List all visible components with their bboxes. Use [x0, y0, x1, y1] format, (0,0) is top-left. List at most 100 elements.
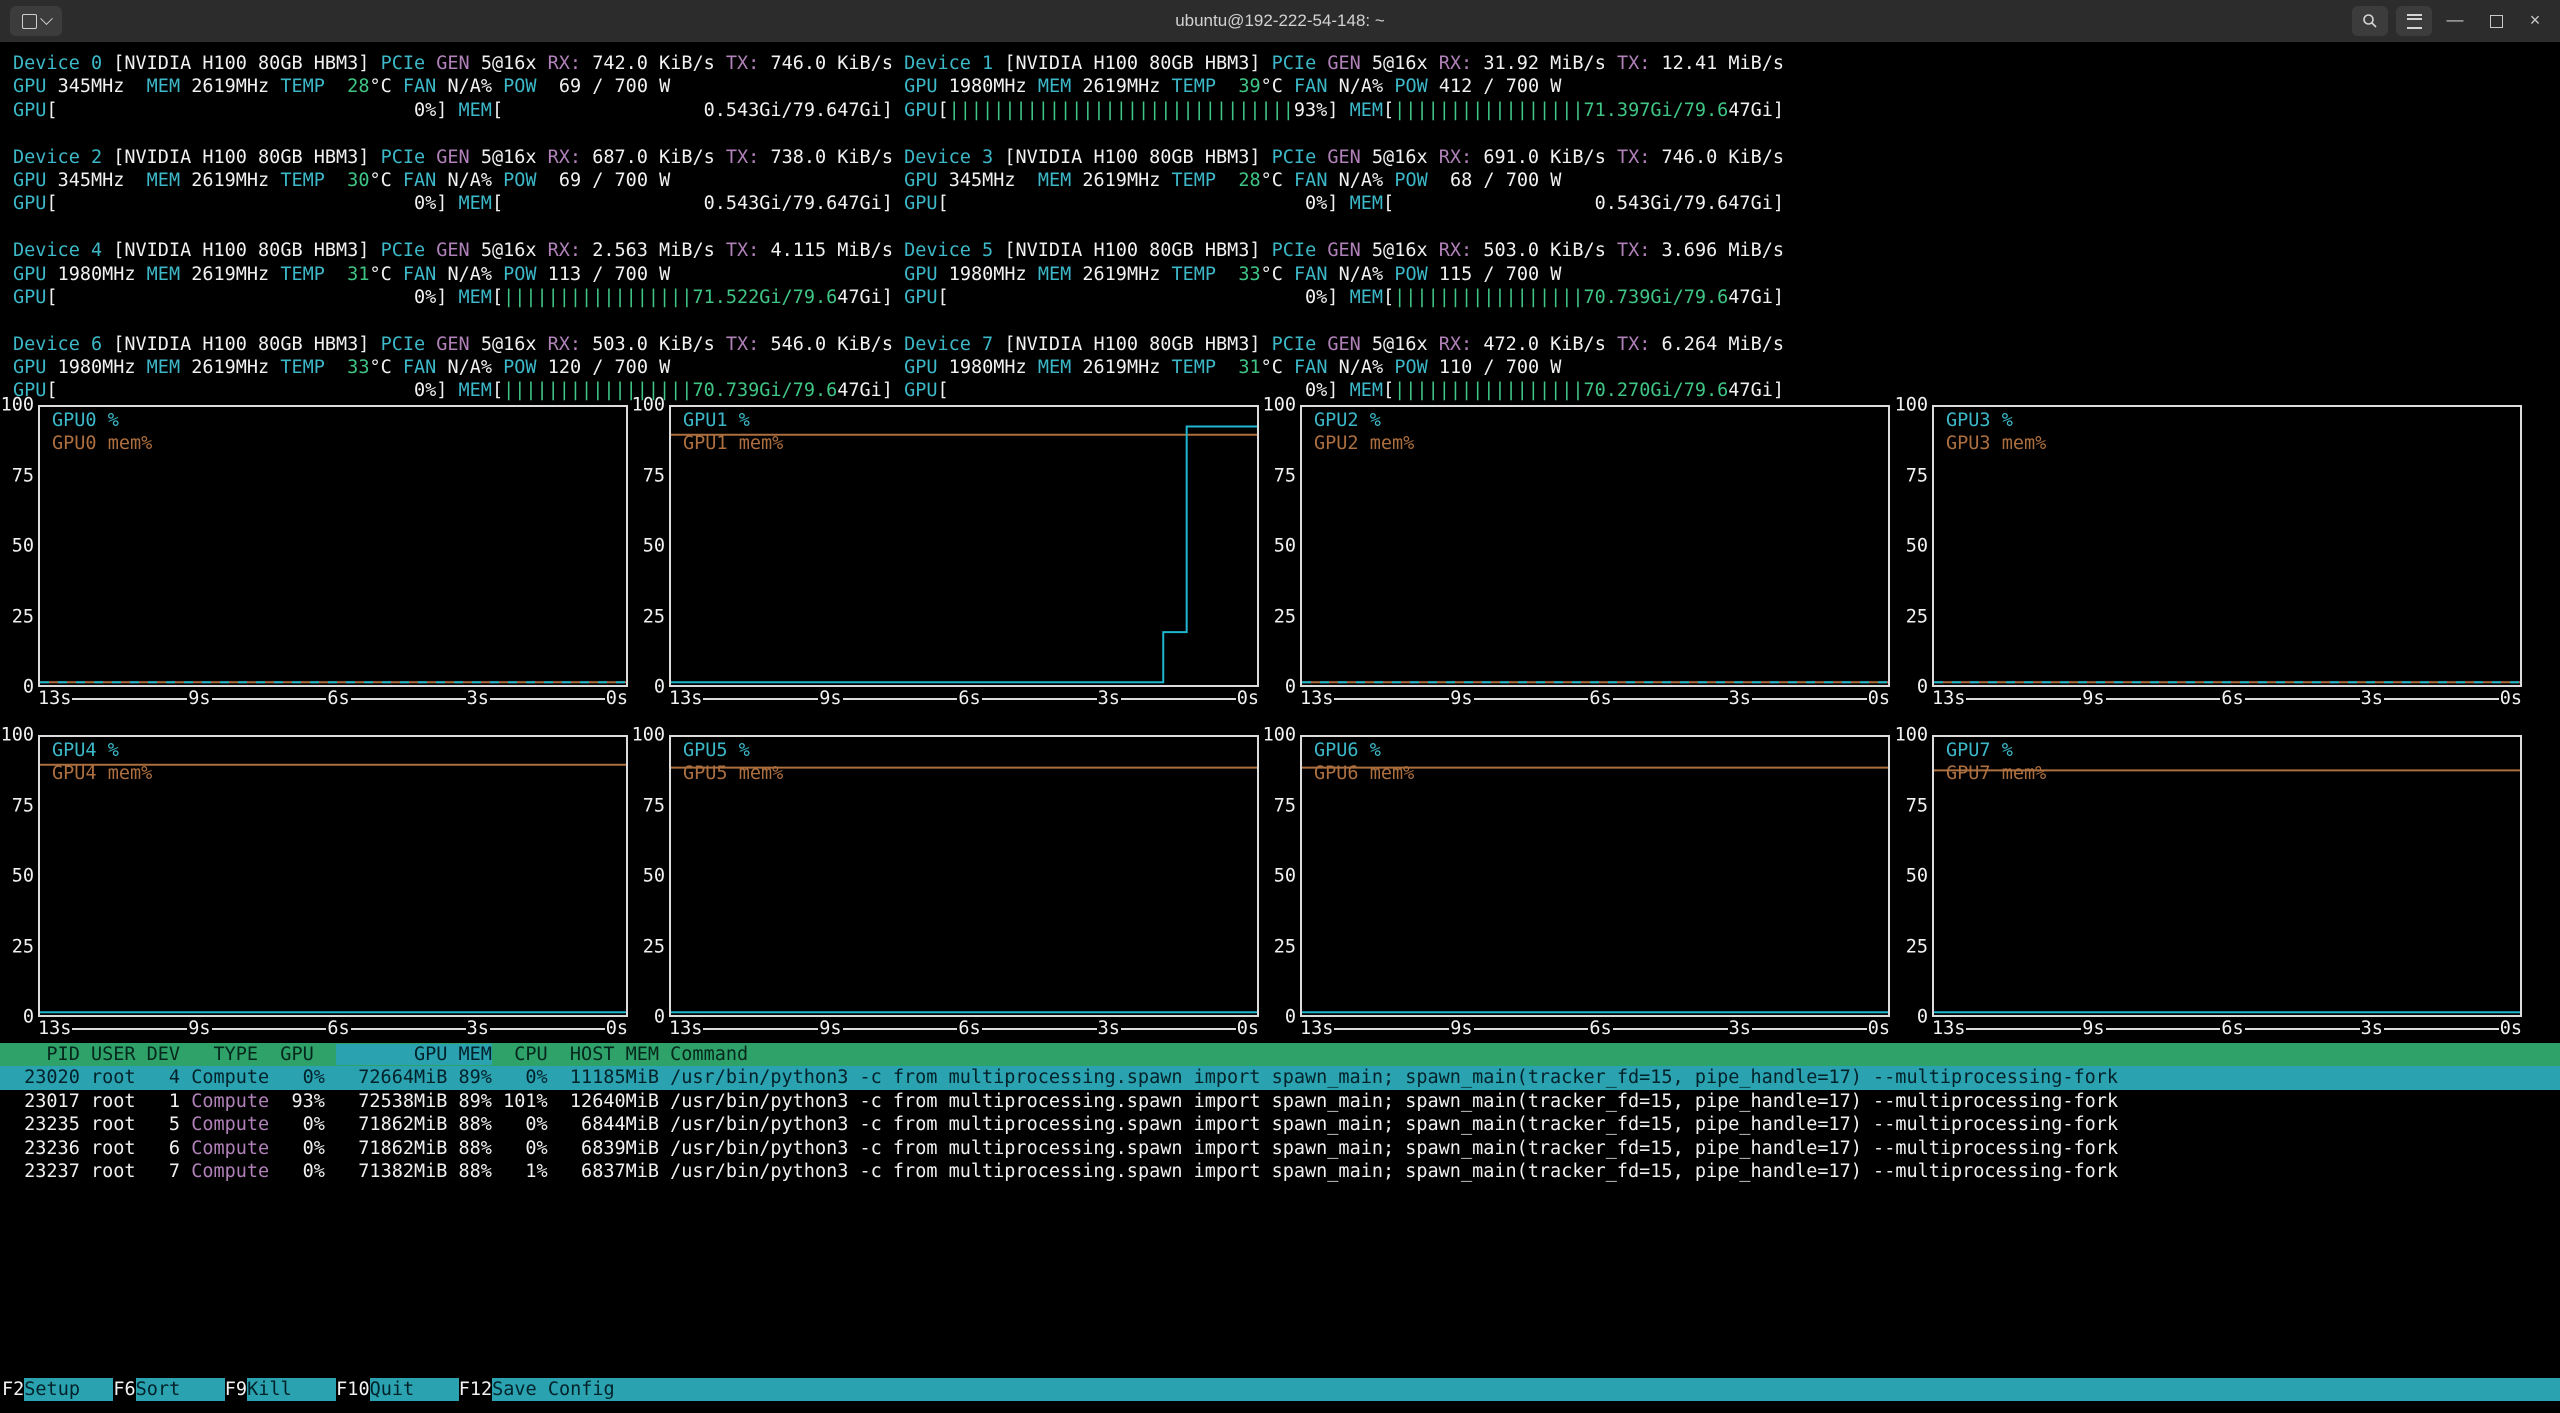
util-legend-label: GPU2 % [1314, 409, 1414, 432]
axis-line [1334, 1028, 1449, 1030]
axis-line [843, 1028, 958, 1030]
blank-line [0, 309, 1784, 332]
x-tick-label: 3s [1098, 1017, 1120, 1040]
fkey-action-f2[interactable]: Setup [24, 1378, 113, 1401]
y-tick-label: 25 [1274, 935, 1296, 958]
x-tick-label: 3s [1098, 687, 1120, 710]
y-axis-labels: 1007550250 [1264, 405, 1296, 687]
x-tick-label: 13s [1300, 1017, 1333, 1040]
axis-line [703, 698, 818, 700]
y-axis-labels: 1007550250 [1264, 735, 1296, 1017]
terminal-content: Device 0 [NVIDIA H100 80GB HBM3] PCIe GE… [0, 42, 2560, 1413]
util-legend-label: GPU5 % [683, 739, 783, 762]
fkey-action-f12[interactable]: Save Config [492, 1378, 615, 1401]
process-table-header[interactable]: PID USER DEV TYPE GPU GPU MEM CPU HOST M… [0, 1043, 2560, 1066]
y-tick-label: 100 [632, 393, 665, 416]
x-axis-labels: 13s9s6s3s0s [669, 687, 1259, 711]
blank-line [0, 216, 1784, 239]
device-stats-line: Device 4 [NVIDIA H100 80GB HBM3] PCIe GE… [0, 239, 1784, 262]
device-stats-line: GPU[ 0%] MEM[|||||||||||||||||70.739Gi/7… [0, 379, 1784, 402]
window-title: ubuntu@192-222-54-148: ~ [0, 0, 2560, 42]
fkey-f6[interactable]: F6 [113, 1378, 135, 1401]
fkey-f10[interactable]: F10 [336, 1378, 369, 1401]
x-tick-label: 6s [327, 687, 349, 710]
x-tick-label: 6s [1589, 1017, 1611, 1040]
mem-legend-label: GPU6 mem% [1314, 762, 1414, 785]
y-tick-label: 25 [643, 605, 665, 628]
x-tick-label: 3s [2361, 687, 2383, 710]
axis-line [1121, 1028, 1236, 1030]
process-row[interactable]: 23235 root 5 Compute 0% 71862MiB 88% 0% … [0, 1113, 2560, 1136]
y-axis-labels: 1007550250 [1896, 405, 1928, 687]
x-tick-label: 9s [1450, 1017, 1472, 1040]
x-tick-label: 9s [819, 1017, 841, 1040]
chart-gpu5: 1007550250GPU5 %GPU5 mem%13s9s6s3s0s [633, 735, 1259, 1043]
axis-line [2245, 698, 2360, 700]
maximize-button[interactable] [2481, 0, 2511, 42]
y-tick-label: 0 [1285, 1005, 1296, 1028]
x-tick-label: 0s [1237, 687, 1259, 710]
mem-legend-label: GPU4 mem% [52, 762, 152, 785]
fkey-action-f9[interactable]: Kill [247, 1378, 336, 1401]
x-axis-labels: 13s9s6s3s0s [38, 687, 628, 711]
fkey-f9[interactable]: F9 [225, 1378, 247, 1401]
axis-line [2106, 698, 2221, 700]
y-tick-label: 100 [1895, 723, 1928, 746]
y-tick-label: 25 [643, 935, 665, 958]
axis-line [2384, 698, 2499, 700]
x-tick-label: 6s [958, 687, 980, 710]
fkey-action-f10[interactable]: Quit [370, 1378, 459, 1401]
y-tick-label: 100 [1263, 393, 1296, 416]
menu-button[interactable] [2396, 6, 2432, 36]
close-button[interactable]: × [2520, 0, 2550, 42]
device-stats-line: GPU 1980MHz MEM 2619MHz TEMP 31°C FAN N/… [0, 263, 1784, 286]
chart-legend: GPU0 %GPU0 mem% [52, 409, 152, 456]
axis-line [212, 1028, 327, 1030]
titlebar: ubuntu@192-222-54-148: ~ — × [0, 0, 2560, 42]
x-tick-label: 13s [669, 1017, 702, 1040]
y-tick-label: 0 [1285, 675, 1296, 698]
process-row[interactable]: 23017 root 1 Compute 93% 72538MiB 89% 10… [0, 1090, 2560, 1113]
axis-line [843, 698, 958, 700]
axis-line [351, 698, 466, 700]
y-tick-label: 0 [23, 675, 34, 698]
process-row[interactable]: 23020 root 4 Compute 0% 72664MiB 89% 0% … [0, 1066, 2560, 1089]
y-tick-label: 50 [1274, 534, 1296, 557]
fkey-f12[interactable]: F12 [459, 1378, 492, 1401]
device-stats-line: GPU[ 0%] MEM[ 0.543Gi/79.647Gi] GPU[||||… [0, 99, 1784, 122]
y-tick-label: 25 [12, 605, 34, 628]
fkey-bar-filler [615, 1378, 2560, 1401]
x-tick-label: 6s [327, 1017, 349, 1040]
device-stats-line: Device 0 [NVIDIA H100 80GB HBM3] PCIe GE… [0, 52, 1784, 75]
x-tick-label: 13s [38, 687, 71, 710]
y-tick-label: 50 [643, 534, 665, 557]
process-row[interactable]: 23237 root 7 Compute 0% 71382MiB 88% 1% … [0, 1160, 2560, 1183]
axis-line [490, 1028, 605, 1030]
x-tick-label: 3s [1729, 1017, 1751, 1040]
chart-legend: GPU3 %GPU3 mem% [1946, 409, 2046, 456]
x-tick-label: 3s [467, 1017, 489, 1040]
x-tick-label: 9s [188, 687, 210, 710]
fkey-f2[interactable]: F2 [2, 1378, 24, 1401]
fkey-action-f6[interactable]: Sort [136, 1378, 225, 1401]
y-tick-label: 100 [1263, 723, 1296, 746]
mem-legend-label: GPU0 mem% [52, 432, 152, 455]
util-legend-label: GPU3 % [1946, 409, 2046, 432]
axis-line [2245, 1028, 2360, 1030]
chart-frame: GPU3 %GPU3 mem% [1932, 405, 2522, 687]
minimize-button[interactable]: — [2440, 0, 2470, 42]
search-button[interactable] [2352, 6, 2388, 36]
y-axis-labels: 1007550250 [2, 735, 34, 1017]
x-tick-label: 6s [2221, 687, 2243, 710]
x-tick-label: 0s [606, 1017, 628, 1040]
y-tick-label: 50 [12, 534, 34, 557]
process-row[interactable]: 23236 root 6 Compute 0% 71862MiB 88% 0% … [0, 1137, 2560, 1160]
device-stats-line: GPU 345MHz MEM 2619MHz TEMP 30°C FAN N/A… [0, 169, 1784, 192]
chart-gpu7: 1007550250GPU7 %GPU7 mem%13s9s6s3s0s [1896, 735, 2522, 1043]
chart-legend: GPU6 %GPU6 mem% [1314, 739, 1414, 786]
device-stats-line: GPU 1980MHz MEM 2619MHz TEMP 33°C FAN N/… [0, 356, 1784, 379]
chart-gpu1: 1007550250GPU1 %GPU1 mem%13s9s6s3s0s [633, 405, 1259, 713]
chart-gpu2: 1007550250GPU2 %GPU2 mem%13s9s6s3s0s [1264, 405, 1890, 713]
x-tick-label: 9s [188, 1017, 210, 1040]
y-tick-label: 100 [1, 393, 34, 416]
